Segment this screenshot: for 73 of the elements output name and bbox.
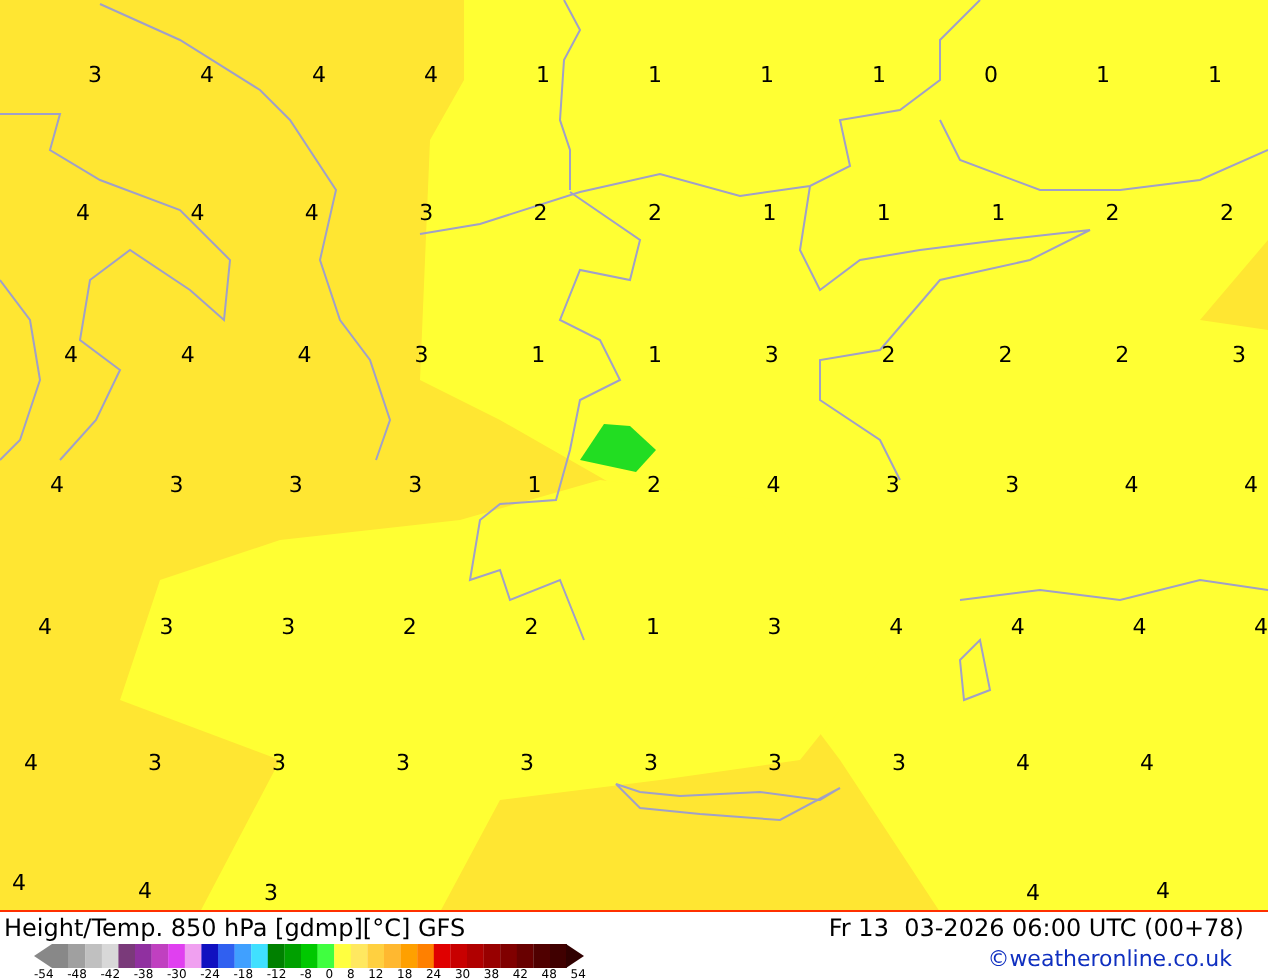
value-label: 4 (1254, 614, 1268, 640)
value-label: 3 (885, 472, 900, 498)
value-label: 4 (180, 342, 195, 368)
value-label: 2 (648, 200, 662, 226)
value-label: 1 (876, 200, 891, 226)
value-label: 4 (1132, 614, 1147, 640)
value-label: 1 (648, 342, 662, 368)
value-label: 2 (1115, 342, 1130, 368)
value-label: 1 (991, 200, 1006, 226)
value-label: 4 (76, 200, 90, 226)
forecast-time: Fr 13 03-2026 06:00 UTC (00+78) (828, 914, 1244, 944)
value-label: 4 (12, 870, 26, 896)
value-label: 1 (646, 614, 660, 640)
value-label: 2 (402, 614, 417, 640)
value-label: 3 (169, 472, 184, 498)
value-label: 3 (419, 200, 434, 226)
value-label: 3 (768, 750, 782, 776)
value-label: 4 (1010, 614, 1025, 640)
map-title: Height/Temp. 850 hPa [gdmp][°C] GFS (4, 914, 466, 944)
value-label: 4 (1124, 472, 1139, 498)
value-label: 4 (297, 342, 312, 368)
value-label: 4 (138, 878, 152, 904)
value-label: 2 (1220, 200, 1234, 226)
value-label: 3 (1005, 472, 1020, 498)
value-label: 1 (527, 472, 542, 498)
value-label: 3 (1232, 342, 1246, 368)
value-label: 1 (648, 62, 662, 88)
value-label: 4 (1244, 472, 1258, 498)
value-label: 4 (38, 614, 52, 640)
value-label: 4 (766, 472, 781, 498)
value-label: 3 (264, 880, 278, 906)
value-label: 4 (1016, 750, 1030, 776)
value-label: 4 (312, 62, 326, 88)
value-label: 3 (767, 614, 782, 640)
value-label: 3 (408, 472, 423, 498)
value-label: 3 (520, 750, 534, 776)
value-label: 1 (760, 62, 774, 88)
value-label: 1 (1096, 62, 1110, 88)
value-label: 3 (281, 614, 296, 640)
value-label: 1 (536, 62, 550, 88)
value-label: 3 (414, 342, 429, 368)
value-label: 3 (644, 750, 658, 776)
value-label: 3 (148, 750, 162, 776)
value-label: 2 (524, 614, 539, 640)
value-label: 3 (288, 472, 303, 498)
value-label: 3 (88, 62, 102, 88)
copyright-link[interactable]: ©weatheronline.co.uk (987, 946, 1232, 972)
value-label: 0 (984, 62, 998, 88)
value-label: 3 (396, 750, 410, 776)
value-label: 3 (272, 750, 286, 776)
value-label: 1 (1208, 62, 1222, 88)
value-label: 4 (889, 614, 904, 640)
value-label: 4 (50, 472, 64, 498)
value-label: 4 (24, 750, 38, 776)
value-label: 2 (1105, 200, 1120, 226)
value-label: 4 (1156, 878, 1170, 904)
value-label: 3 (159, 614, 174, 640)
value-label: 2 (998, 342, 1013, 368)
value-label: 1 (531, 342, 546, 368)
value-label: 3 (892, 750, 906, 776)
value-label: 4 (64, 342, 78, 368)
value-label: 2 (533, 200, 548, 226)
value-label: 4 (1026, 880, 1040, 906)
value-label: 4 (304, 200, 319, 226)
value-label: 2 (647, 472, 661, 498)
value-label: 1 (762, 200, 777, 226)
value-label: 4 (190, 200, 205, 226)
value-label: 1 (872, 62, 886, 88)
value-label: 3 (764, 342, 779, 368)
value-label: 4 (424, 62, 438, 88)
value-label: 2 (881, 342, 896, 368)
value-label: 4 (1140, 750, 1154, 776)
value-label: 4 (200, 62, 214, 88)
